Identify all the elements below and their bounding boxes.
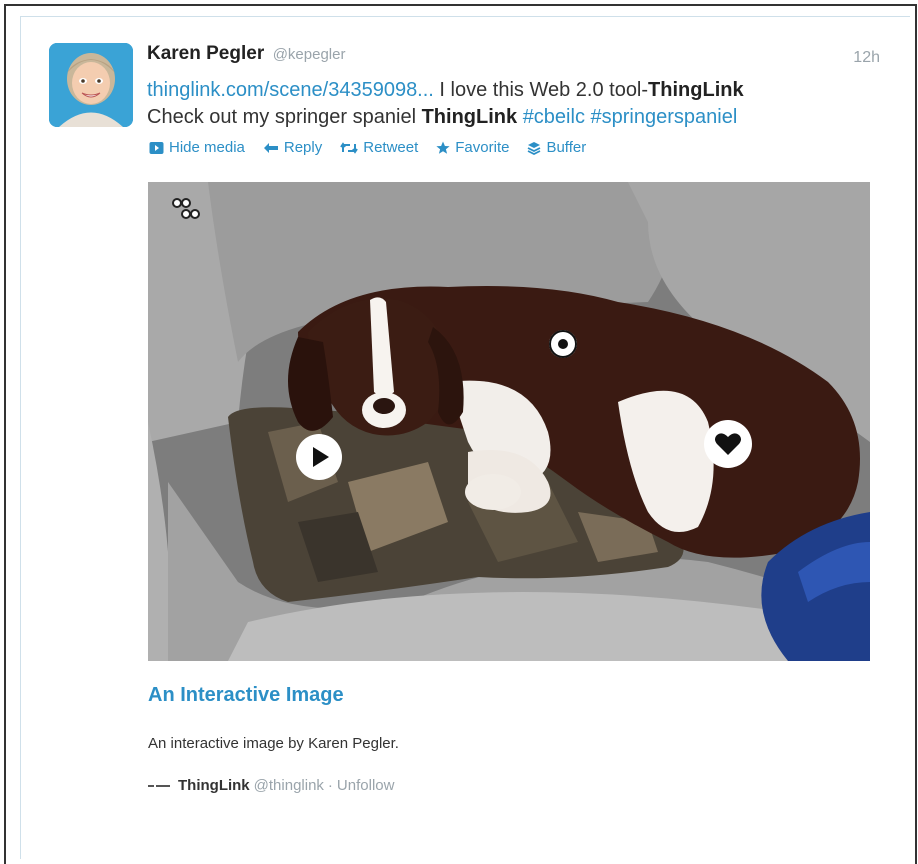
buffer-label: Buffer [546,139,587,156]
card-source: ThingLink @thinglink · Unfollow [148,777,394,794]
favorite-label: Favorite [455,139,510,156]
card-title[interactable]: An Interactive Image [148,684,344,707]
author-handle[interactable]: @kepegler [273,46,346,63]
play-hotspot[interactable] [296,434,342,480]
tweet-text-line-2: Check out my springer spaniel ThingLink … [147,104,887,131]
retweet-label: Retweet [363,139,419,156]
hide-media-label: Hide media [169,139,245,156]
tweet-link[interactable]: thinglink.com/scene/34359098... [147,79,434,101]
hide-media-button[interactable]: Hide media [149,139,245,156]
tweet-bold-thinglink: ThingLink [648,79,744,101]
hashtag-cbeilc[interactable]: #cbeilc [523,106,585,128]
separator-dot: · [327,777,333,794]
card-description: An interactive image by Karen Pegler. [148,735,399,752]
info-icon [549,330,577,358]
heart-hotspot[interactable] [704,420,752,468]
thinglink-source-icon [148,784,170,787]
buffer-button[interactable]: Buffer [527,139,586,156]
favorite-button[interactable]: Favorite [436,139,509,156]
thinglink-logo-icon[interactable] [170,196,200,226]
avatar-cartoon-icon [49,43,133,127]
timestamp[interactable]: 12h [853,49,880,67]
hashtag-springerspaniel[interactable]: #springerspaniel [591,106,738,128]
tweet-actions: Hide media Reply Retweet Favorite Buffer [149,139,604,156]
tweet-text: thinglink.com/scene/34359098... I love t… [147,77,887,131]
play-icon [297,435,341,479]
tweet-text-line-1: thinglink.com/scene/34359098... I love t… [147,77,887,104]
reply-icon [263,142,278,153]
source-handle[interactable]: @thinglink [254,777,324,794]
reply-label: Reply [283,139,323,156]
buffer-icon [528,141,541,155]
tweet-text-segment-2: Check out my springer spaniel [147,106,422,128]
favorite-icon [436,141,450,154]
author-name[interactable]: Karen Pegler [147,43,264,64]
tweet-header: Karen Pegler @kepegler [147,43,345,65]
reply-button[interactable]: Reply [263,139,322,156]
hide-media-icon [149,141,164,154]
unfollow-link[interactable]: Unfollow [337,777,395,794]
tweet-text-segment: I love this Web 2.0 tool- [433,79,649,101]
tweet-bold-thinglink-2: ThingLink [421,106,518,128]
info-hotspot[interactable] [549,330,577,358]
avatar[interactable] [49,43,133,127]
springer-spaniel-photo [148,182,870,661]
thinglink-media-image[interactable] [148,182,870,661]
source-name[interactable]: ThingLink [178,777,250,794]
retweet-button[interactable]: Retweet [340,139,418,156]
heart-icon [705,421,751,467]
retweet-icon [340,141,359,154]
